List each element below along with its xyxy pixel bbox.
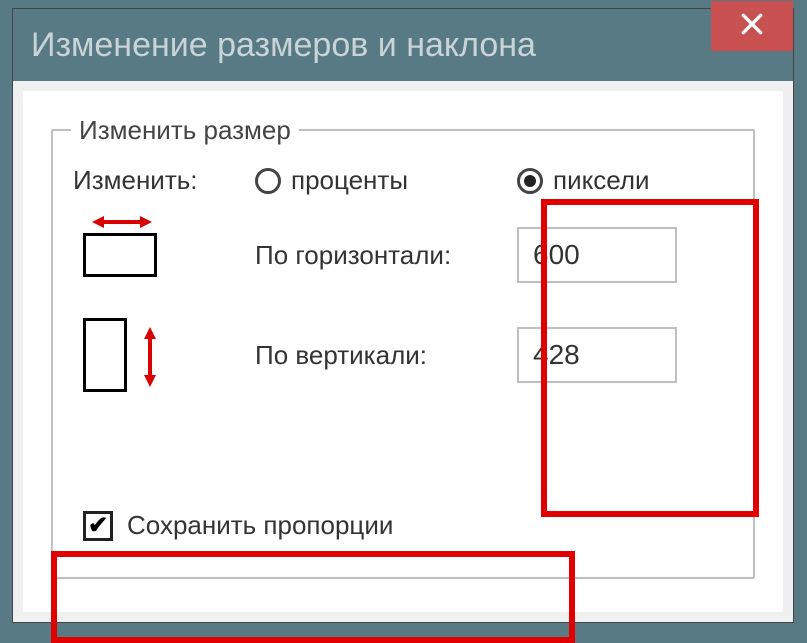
titlebar: Изменение размеров и наклона bbox=[13, 9, 793, 81]
radio-icon bbox=[517, 168, 543, 194]
horizontal-row: По горизонтали: bbox=[73, 214, 733, 296]
resize-mode-row: Изменить: проценты пиксели bbox=[73, 165, 733, 196]
vertical-row: По вертикали: bbox=[73, 314, 733, 396]
resize-group: Изменить размер Изменить: проценты пиксе… bbox=[51, 129, 755, 579]
horizontal-input[interactable] bbox=[517, 227, 677, 283]
close-button[interactable] bbox=[711, 1, 793, 51]
radio-percent-label: проценты bbox=[291, 165, 408, 196]
checkbox-icon: ✔ bbox=[83, 511, 113, 541]
horizontal-icon bbox=[73, 233, 243, 277]
close-icon bbox=[739, 11, 765, 42]
highlight-keep-aspect bbox=[51, 551, 575, 643]
radio-pixels[interactable]: пиксели bbox=[517, 165, 727, 196]
radio-icon bbox=[255, 168, 281, 194]
dialog-body: Изменить размер Изменить: проценты пиксе… bbox=[23, 91, 783, 612]
dialog-title: Изменение размеров и наклона bbox=[31, 26, 536, 65]
horizontal-label: По горизонтали: bbox=[255, 241, 505, 270]
resize-skew-dialog: Изменение размеров и наклона Изменить ра… bbox=[12, 8, 794, 623]
change-label: Изменить: bbox=[73, 165, 243, 196]
vertical-icon bbox=[73, 318, 243, 392]
horizontal-arrow-icon bbox=[92, 212, 152, 232]
vertical-arrow-icon bbox=[140, 327, 160, 387]
vertical-input[interactable] bbox=[517, 327, 677, 383]
keep-aspect-label: Сохранить пропорции bbox=[127, 510, 393, 541]
radio-percent[interactable]: проценты bbox=[255, 165, 505, 196]
vertical-label: По вертикали: bbox=[255, 341, 505, 370]
keep-aspect-checkbox[interactable]: ✔ Сохранить пропорции bbox=[83, 510, 393, 541]
group-legend: Изменить размер bbox=[71, 115, 299, 146]
radio-pixels-label: пиксели bbox=[553, 165, 650, 196]
